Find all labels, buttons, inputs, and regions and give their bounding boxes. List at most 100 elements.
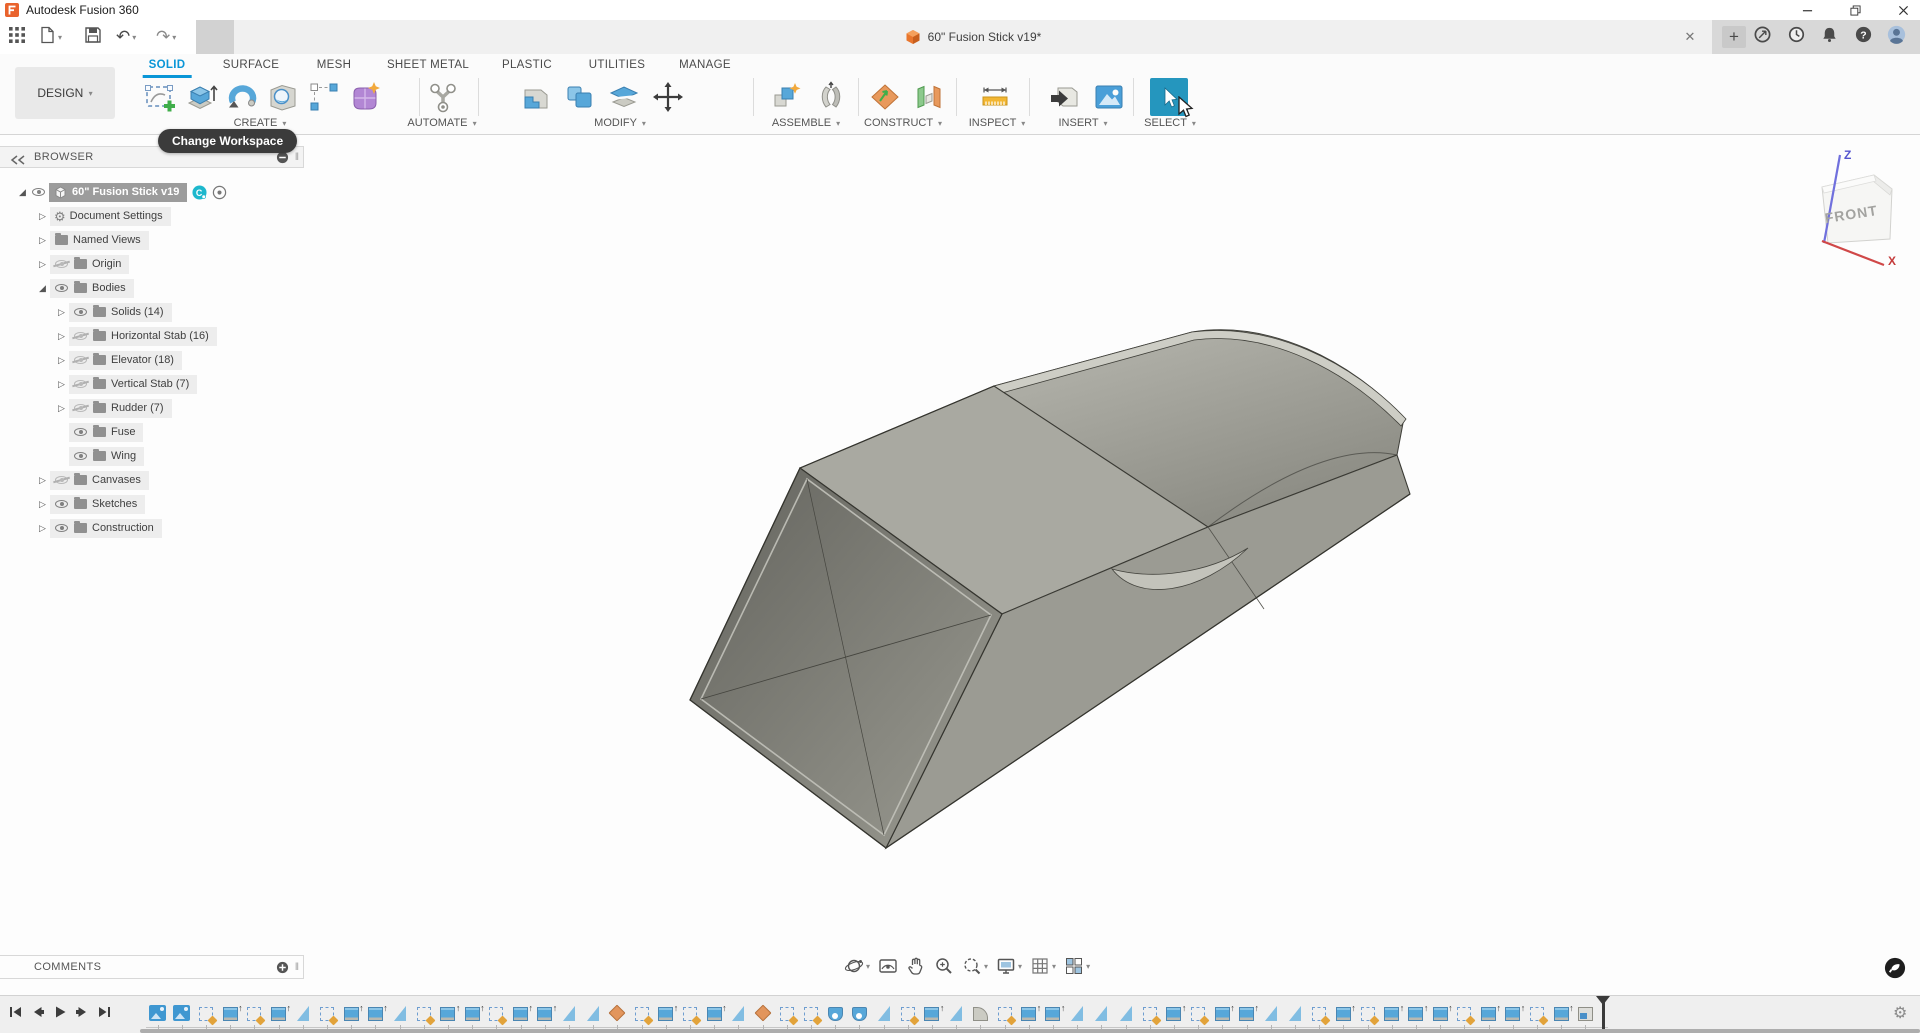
browser-row-rudder-7[interactable]: ▷Rudder (7) <box>0 397 172 419</box>
orbit-icon[interactable]: ▾ <box>844 956 870 976</box>
tree-item-chip[interactable]: Elevator (18) <box>69 351 182 370</box>
timeline-feature-canvas[interactable] <box>172 1002 191 1021</box>
tree-item-chip[interactable]: Rudder (7) <box>69 399 172 418</box>
timeline-feature-extrude[interactable] <box>221 1002 240 1021</box>
expander-collapsed-icon[interactable]: ▷ <box>54 355 69 366</box>
zoom-icon[interactable] <box>934 956 954 976</box>
tree-item-label[interactable]: Sketches <box>92 498 137 510</box>
timeline-feature-extrude[interactable] <box>342 1002 361 1021</box>
timeline-feature-extrude[interactable] <box>1503 1002 1522 1021</box>
grid-settings-icon[interactable]: ▾ <box>1030 956 1056 976</box>
tree-item-label[interactable]: Document Settings <box>70 210 163 222</box>
tab-plastic[interactable]: PLASTIC <box>496 57 558 75</box>
help-icon[interactable]: ? <box>1851 26 1875 48</box>
timeline-feature-extrude[interactable] <box>269 1002 288 1021</box>
timeline-feature-plane[interactable] <box>753 1002 772 1021</box>
timeline-feature-extrude[interactable] <box>1406 1002 1425 1021</box>
timeline-feature-mirror[interactable] <box>947 1002 966 1021</box>
expander-collapsed-icon[interactable]: ▷ <box>35 475 50 486</box>
tab-surface[interactable]: SURFACE <box>217 57 285 75</box>
group-label-modify[interactable]: MODIFY ▾ <box>594 117 646 129</box>
timeline-feature-sketch[interactable] <box>196 1002 215 1021</box>
notifications-icon[interactable] <box>1817 26 1841 48</box>
timeline-feature-extrude[interactable] <box>656 1002 675 1021</box>
visibility-eye-off-icon[interactable] <box>74 332 87 340</box>
tree-item-label[interactable]: Solids (14) <box>111 306 164 318</box>
model-fuselage-body[interactable] <box>660 322 1440 867</box>
timeline-feature-mirror[interactable] <box>874 1002 893 1021</box>
browser-row-vertical-stab-7[interactable]: ▷Vertical Stab (7) <box>0 373 197 395</box>
form-icon[interactable] <box>346 78 384 116</box>
expander-collapsed-icon[interactable]: ▷ <box>54 379 69 390</box>
file-menu-button[interactable]: ▾ <box>38 27 62 47</box>
timeline-feature-extrude[interactable] <box>1019 1002 1038 1021</box>
redo-button[interactable]: ↷▾ <box>156 27 176 47</box>
browser-row-origin[interactable]: ▷Origin <box>0 253 129 275</box>
tree-item-chip[interactable]: Construction <box>50 519 162 538</box>
tree-item-label[interactable]: Elevator (18) <box>111 354 174 366</box>
tree-item-chip[interactable]: Origin <box>50 255 129 274</box>
timeline-feature-sketch[interactable] <box>414 1002 433 1021</box>
view-cube[interactable]: FRONT Z X <box>1800 147 1910 267</box>
group-label-construct[interactable]: CONSTRUCT ▾ <box>864 117 942 129</box>
timeline-feature-mirror[interactable] <box>1068 1002 1087 1021</box>
close-button[interactable] <box>1888 3 1918 18</box>
timeline-feature-sketch[interactable] <box>1455 1002 1474 1021</box>
extensions-icon[interactable] <box>1750 26 1774 48</box>
combine-icon[interactable] <box>561 78 599 116</box>
panel-drag-grip[interactable]: ‖ <box>295 962 299 973</box>
tab-utilities[interactable]: UTILITIES <box>583 57 651 75</box>
timeline-feature-extrude[interactable] <box>1382 1002 1401 1021</box>
tree-item-label[interactable]: Wing <box>111 450 136 462</box>
browser-row-document-settings[interactable]: ▷⚙Document Settings <box>0 205 171 227</box>
collapse-panel-icon[interactable] <box>10 152 26 162</box>
timeline-feature-sketch[interactable] <box>317 1002 336 1021</box>
tree-item-chip[interactable]: Bodies <box>50 279 134 298</box>
timeline-feature-sketch[interactable] <box>801 1002 820 1021</box>
comments-panel[interactable]: COMMENTS ‖ <box>0 955 304 979</box>
tree-item-chip[interactable]: Canvases <box>50 471 149 490</box>
document-tab-close-icon[interactable]: ✕ <box>1682 29 1698 45</box>
add-comment-icon[interactable] <box>276 961 289 974</box>
tab-solid[interactable]: SOLID <box>143 57 192 78</box>
group-label-insert[interactable]: INSERT ▾ <box>1058 117 1107 129</box>
browser-row-60-fusion-stick-v19[interactable]: ◢60" Fusion Stick v19C <box>0 181 227 203</box>
press-pull-icon[interactable] <box>517 78 555 116</box>
expander-expanded-icon[interactable]: ◢ <box>35 283 50 294</box>
midplane-icon[interactable] <box>910 78 948 116</box>
minimize-button[interactable] <box>1792 3 1822 18</box>
visibility-eye-on-icon[interactable] <box>74 452 87 460</box>
timeline-feature-extrude[interactable] <box>366 1002 385 1021</box>
browser-row-construction[interactable]: ▷Construction <box>0 517 162 539</box>
visibility-eye-off-icon[interactable] <box>74 380 87 388</box>
tree-item-label[interactable]: Fuse <box>111 426 135 438</box>
browser-row-sketches[interactable]: ▷Sketches <box>0 493 145 515</box>
restore-button[interactable] <box>1840 3 1870 18</box>
expander-collapsed-icon[interactable]: ▷ <box>35 235 50 246</box>
create-sketch-icon[interactable] <box>141 78 179 116</box>
timeline-playhead[interactable] <box>1596 996 1610 1032</box>
tree-item-label[interactable]: 60" Fusion Stick v19 <box>72 186 179 198</box>
hole-icon[interactable] <box>264 78 302 116</box>
timeline-feature-sketch[interactable] <box>1140 1002 1159 1021</box>
timeline-feature-extrude[interactable] <box>438 1002 457 1021</box>
tree-item-chip[interactable]: ⚙Document Settings <box>50 207 171 226</box>
fit-icon[interactable]: ▾ <box>962 956 988 976</box>
expander-collapsed-icon[interactable]: ▷ <box>35 523 50 534</box>
tab-manage[interactable]: MANAGE <box>673 57 737 75</box>
timeline-feature-extrude[interactable] <box>1479 1002 1498 1021</box>
expander-collapsed-icon[interactable]: ▷ <box>54 307 69 318</box>
timeline-feature-sketch[interactable] <box>1189 1002 1208 1021</box>
timeline-feature-extrude[interactable] <box>1043 1002 1062 1021</box>
new-tab-button[interactable]: + <box>1722 26 1746 48</box>
timeline-feature-sketch[interactable] <box>245 1002 264 1021</box>
visibility-eye-on-icon[interactable] <box>74 308 87 316</box>
browser-row-wing[interactable]: Wing <box>0 445 144 467</box>
visibility-eye-off-icon[interactable] <box>74 356 87 364</box>
undo-button[interactable]: ↶▾ <box>116 27 136 47</box>
job-status-icon[interactable] <box>1784 26 1808 48</box>
target-badge-icon[interactable] <box>212 185 227 200</box>
timeline-feature-sketch[interactable] <box>995 1002 1014 1021</box>
visibility-eye-on-icon[interactable] <box>55 284 68 292</box>
tree-item-chip[interactable]: Named Views <box>50 231 149 250</box>
